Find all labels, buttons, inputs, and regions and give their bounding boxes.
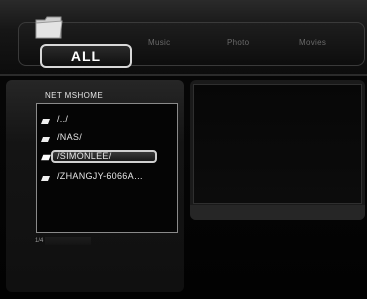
tab-movies[interactable]: Movies — [299, 38, 326, 47]
tab-photo[interactable]: Photo — [227, 38, 249, 47]
list-item-label: /../ — [57, 114, 69, 124]
network-share-icon — [41, 154, 51, 161]
network-share-icon — [41, 119, 50, 124]
list-item-label: /SIMONLEE/ — [57, 151, 112, 161]
list-item[interactable]: /NAS/ — [37, 130, 177, 146]
page-indicator-bar — [45, 237, 91, 245]
preview-area — [193, 84, 362, 204]
tab-music[interactable]: Music — [148, 38, 170, 47]
folder-icon — [35, 16, 63, 39]
list-item[interactable]: /ZHANGJY-6066A… — [37, 169, 177, 185]
list-item-selected[interactable]: /SIMONLEE/ — [37, 149, 177, 165]
list-item-label: /NAS/ — [57, 132, 83, 142]
file-list[interactable]: /../ /NAS/ /SIMONLEE/ /ZHANGJY-6066A… — [36, 103, 178, 233]
tab-all-label: ALL — [70, 48, 102, 64]
page-count: 1/4 — [35, 238, 44, 244]
media-browser-screen: ALL Music Photo Movies NET MSHOME /../ /… — [0, 0, 367, 299]
network-share-icon — [41, 137, 50, 142]
breadcrumb: NET MSHOME — [45, 91, 104, 100]
list-item[interactable]: /../ — [37, 112, 177, 128]
tab-all[interactable]: ALL — [40, 44, 132, 68]
list-item-label: /ZHANGJY-6066A… — [57, 171, 144, 181]
preview-footer — [190, 205, 365, 220]
network-share-icon — [41, 176, 50, 181]
